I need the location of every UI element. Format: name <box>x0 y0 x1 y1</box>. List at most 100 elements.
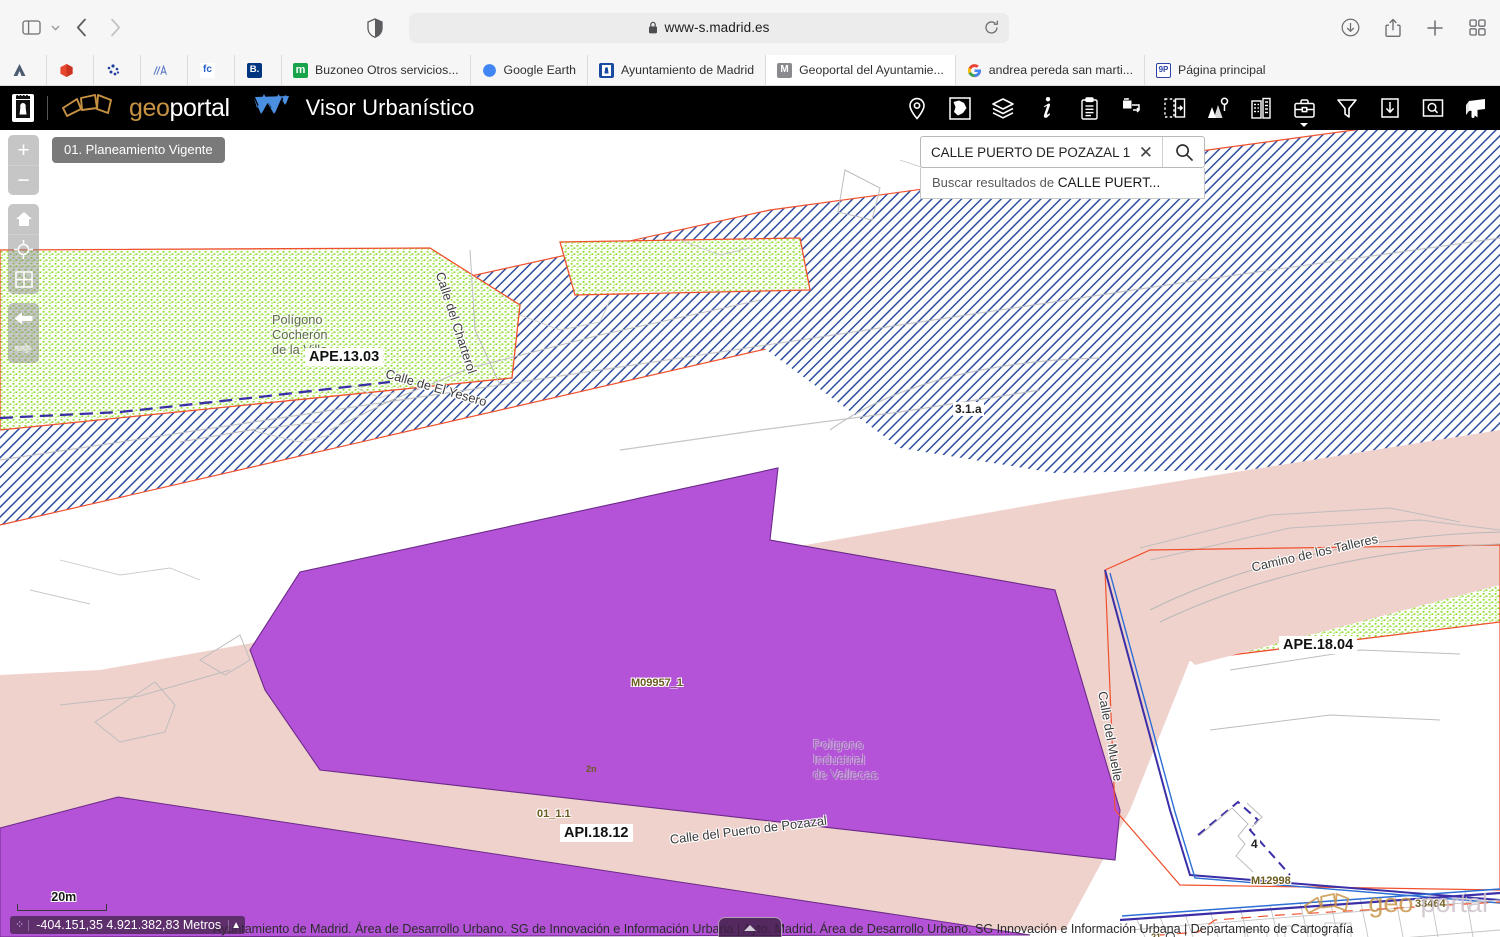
search-suggestion[interactable]: Buscar resultados de CALLE PUERT... <box>920 168 1205 199</box>
blue-badge-icon: 9P <box>1156 62 1172 78</box>
arc-icon <box>12 63 27 78</box>
move-handle-icon[interactable]: ⁘ <box>10 919 30 931</box>
earth-icon <box>482 63 497 78</box>
madrid-crest-icon <box>12 94 34 122</box>
zoom-out-button[interactable]: − <box>8 165 39 195</box>
fc-icon: fc <box>200 62 215 78</box>
suggest-prefix: Buscar resultados de <box>932 175 1058 190</box>
map-graphics <box>0 130 1500 937</box>
bookmarks-bar: fc B. m Buzoneo Otros servicios... Googl… <box>0 55 1500 86</box>
navigation-control-group <box>8 204 39 294</box>
map-attribution: Ayuntamiento de Madrid. Área de Desarrol… <box>213 922 1354 936</box>
bottom-panel-toggle[interactable] <box>718 917 782 937</box>
bookmark-ayuntamiento[interactable]: Ayuntamiento de Madrid <box>588 55 767 85</box>
district-map-icon[interactable] <box>944 92 976 124</box>
app-header: geoportal Visor Urbanístico <box>0 86 1500 130</box>
street-view-icon[interactable] <box>1202 92 1234 124</box>
bookmark-label: Ayuntamiento de Madrid <box>621 63 755 77</box>
clipboard-icon[interactable] <box>1073 92 1105 124</box>
scale-bar-line <box>17 904 107 911</box>
bookmark-geoportal[interactable]: M Geoportal del Ayuntamie... <box>766 55 956 85</box>
back-button[interactable] <box>64 13 98 43</box>
zoom-control-group: + − <box>8 135 39 195</box>
search-input[interactable]: CALLE PUERTO DE POZAZAL 1 ✕ <box>921 137 1162 167</box>
scale-bar: 20m <box>17 890 107 911</box>
search-box[interactable]: CALLE PUERTO DE POZAZAL 1 ✕ <box>920 136 1205 168</box>
bookmark-pagina-principal[interactable]: 9P Página principal <box>1145 55 1500 85</box>
bookmark-slash-a[interactable] <box>141 55 188 85</box>
privacy-shield-icon[interactable] <box>367 17 383 38</box>
visor-w-icon <box>252 92 290 125</box>
chevron-up-icon[interactable]: ▲ <box>228 919 245 931</box>
bookmark-label: andrea pereda san marti... <box>988 63 1134 77</box>
swipe-compare-icon[interactable] <box>1159 92 1191 124</box>
dots-icon <box>106 63 121 78</box>
bookmark-fc[interactable]: fc <box>188 55 235 85</box>
url-text: www-s.madrid.es <box>664 20 770 35</box>
watermark-portal-text: portal <box>1420 888 1488 918</box>
locate-icon[interactable] <box>8 234 39 264</box>
bookmark-label: Geoportal del Ayuntamie... <box>799 63 944 77</box>
share-icon[interactable] <box>1385 18 1401 38</box>
info-icon[interactable] <box>1030 92 1062 124</box>
reload-button[interactable] <box>984 20 999 40</box>
bookmark-arc[interactable] <box>0 55 47 85</box>
bookmark-label: Página principal <box>1178 63 1266 77</box>
brand-portal-text: portal <box>169 93 231 122</box>
brand-geo-text: geo <box>129 93 170 122</box>
active-layer-label[interactable]: 01. Planeamiento Vigente <box>52 137 225 163</box>
map-canvas[interactable]: + − 01. Planeamiento Vigente CALLE PUERT… <box>0 130 1500 937</box>
tab-overview-icon[interactable] <box>1469 19 1486 36</box>
new-tab-icon[interactable] <box>1426 19 1444 37</box>
measure-area-icon[interactable] <box>1116 92 1148 124</box>
header-toolbar <box>901 92 1492 127</box>
bookmark-label: Google Earth <box>503 63 576 77</box>
close-icon[interactable]: ✕ <box>1134 144 1158 161</box>
page-title: Visor Urbanístico <box>305 95 475 120</box>
forward-button[interactable] <box>98 13 132 43</box>
bookmark-booking[interactable]: B. <box>235 55 282 85</box>
arrow-left-icon[interactable] <box>8 303 39 333</box>
full-extent-icon[interactable] <box>8 264 39 294</box>
slash-a-icon <box>153 63 168 78</box>
print-book-icon[interactable] <box>1460 92 1492 124</box>
arrow-right-icon[interactable] <box>8 333 39 363</box>
google-icon <box>967 63 982 78</box>
geoportal-logo-icon <box>61 92 125 125</box>
search-map-icon[interactable] <box>1417 92 1449 124</box>
location-pin-icon[interactable] <box>901 92 933 124</box>
lock-icon <box>648 21 658 34</box>
download-icon[interactable] <box>1341 18 1360 37</box>
geoportal-wordmark: geoportal <box>129 94 230 123</box>
browser-right-controls <box>1341 18 1486 38</box>
history-control-group <box>8 303 39 363</box>
toolbox-icon[interactable] <box>1288 92 1320 127</box>
sidebar-dropdown-icon[interactable] <box>46 15 64 41</box>
building-heights-icon[interactable] <box>1245 92 1277 124</box>
bookmark-google-earth[interactable]: Google Earth <box>471 55 588 85</box>
zoom-in-button[interactable]: + <box>8 135 39 165</box>
bookmark-label: Buzoneo Otros servicios... <box>315 63 459 77</box>
chevron-up-icon <box>744 925 756 931</box>
booking-icon: B. <box>247 62 262 78</box>
map-controls: + − <box>8 135 39 363</box>
browser-toolbar: www-s.madrid.es <box>0 0 1500 55</box>
download-icon[interactable] <box>1374 92 1406 124</box>
bookmark-dots[interactable] <box>94 55 141 85</box>
scale-bar-label: 20m <box>51 890 77 904</box>
coordinates-readout[interactable]: ⁘ -404.151,35 4.921.382,83 Metros ▲ <box>10 916 245 934</box>
search-input-value: CALLE PUERTO DE POZAZAL 1 <box>931 144 1131 160</box>
sidebar-toggle-button[interactable] <box>16 15 46 41</box>
bookmark-buzoneo[interactable]: m Buzoneo Otros servicios... <box>282 55 471 85</box>
search-button[interactable] <box>1162 137 1204 167</box>
filter-funnel-icon[interactable] <box>1331 92 1363 124</box>
bookmark-andrea-pereda[interactable]: andrea pereda san marti... <box>956 55 1146 85</box>
chevron-down-icon <box>1300 123 1308 127</box>
home-icon[interactable] <box>8 204 39 234</box>
grey-m-icon: M <box>777 62 793 78</box>
url-bar[interactable]: www-s.madrid.es <box>409 12 1009 43</box>
search-panel: CALLE PUERTO DE POZAZAL 1 ✕ Buscar resul… <box>920 136 1205 199</box>
browser-chrome: www-s.madrid.es fc B. m Buzoneo Otros se… <box>0 0 1500 86</box>
layers-icon[interactable] <box>987 92 1019 124</box>
bookmark-box[interactable] <box>47 55 94 85</box>
